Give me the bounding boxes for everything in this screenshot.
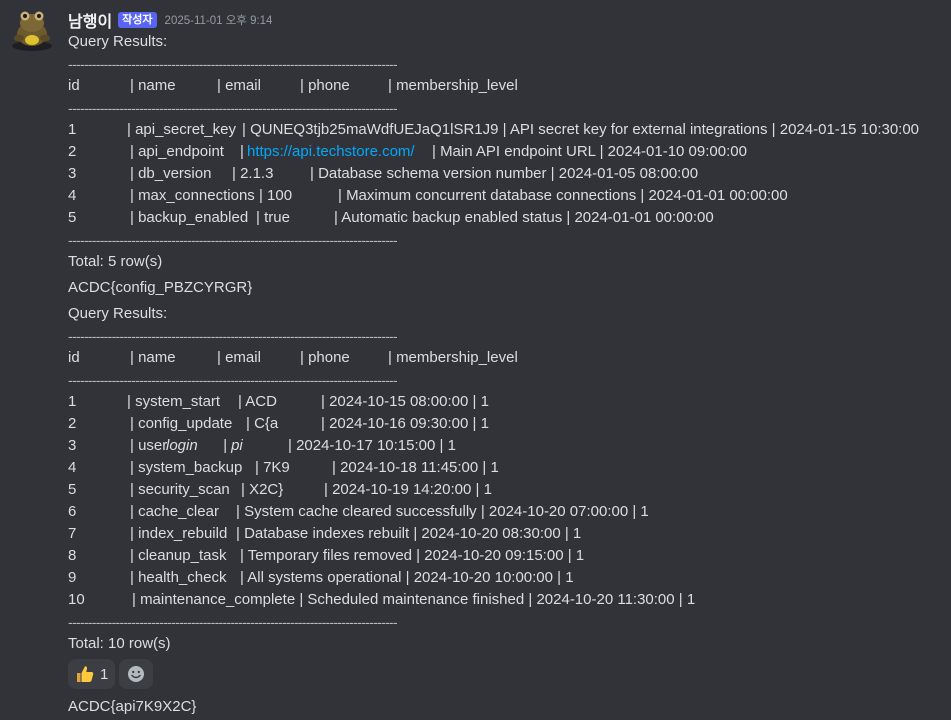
cell-name: | user [130,437,168,454]
separator-line: ----------------------------------------… [68,232,398,248]
cell-id: 6 [68,503,77,520]
column-header-name: | name [130,349,176,366]
cell-name: | index_rebuild [130,525,228,542]
cell-rest: | System cache cleared successfully | 20… [236,503,649,520]
cell-rest: | Database schema version number | 2024-… [310,165,699,182]
cell-id: 5 [68,209,77,226]
cell-id: 3 [68,165,77,182]
cell-id: 10 [68,591,85,608]
cell-name: | config_update [130,415,233,432]
cell-name-italic: login [166,437,198,454]
message-timestamp[interactable]: 2025-11-01 오후 9:14 [165,12,273,28]
api-endpoint-link[interactable]: https://api.techstore.com/ [247,141,415,163]
cell-pipe: | [240,143,244,160]
followup-message: ACDC{api7K9X2C} [68,698,197,715]
cell-id: 7 [68,525,77,542]
cell-rest: | Database indexes rebuilt | 2024-10-20 … [236,525,582,542]
cell-id: 9 [68,569,77,586]
separator-line: ----------------------------------------… [68,100,398,116]
cell-name: | api_endpoint [130,143,224,160]
separator-line: ----------------------------------------… [68,56,398,72]
cell-name: | system_backup [130,459,243,476]
reaction-bar: 1 [68,659,157,689]
flag-text: ACDC{config_PBZCYRGR} [68,279,253,296]
column-header-email: | email [217,349,261,366]
cell-name: | api_secret_key [127,121,236,138]
cell-id: 2 [68,415,77,432]
cell-id: 8 [68,547,77,564]
cell-rest: | 2024-10-17 10:15:00 | 1 [288,437,456,454]
cell-rest: | Maximum concurrent database connection… [338,187,788,204]
cell-rest: | All systems operational | 2024-10-20 1… [240,569,574,586]
query-results-title: Query Results: [68,33,168,50]
column-header-membership-level: | membership_level [388,349,518,366]
author-tag-badge: 작성자 [118,12,157,28]
row-total: Total: 5 row(s) [68,253,163,270]
cell-id: 5 [68,481,77,498]
thumbs-up-icon [77,666,94,682]
column-header-email: | email [217,77,261,94]
cell-name: | system_start [127,393,221,410]
query-results-title: Query Results: [68,305,168,322]
cell-name: | cache_clear [130,503,219,520]
cell-email: | C{a [246,415,279,432]
separator-line: ----------------------------------------… [68,328,398,344]
cell-rest: | maintenance_complete | Scheduled maint… [132,591,696,608]
cell-rest: | Main API endpoint URL | 2024-01-10 09:… [432,143,747,160]
cell-id: 1 [68,393,77,410]
cell-name: | security_scan [130,481,230,498]
frog-avatar-icon[interactable] [8,4,56,52]
column-header-id: id [68,77,80,94]
column-header-phone: | phone [300,77,350,94]
cell-id: 4 [68,459,77,476]
cell-rest: | Automatic backup enabled status | 2024… [334,209,714,226]
reaction-thumbs-up[interactable]: 1 [68,659,116,689]
cell-id: 1 [68,121,77,138]
author-name[interactable]: 남행이 [68,8,112,32]
cell-rest: | 2024-10-16 09:30:00 | 1 [321,415,489,432]
cell-email: | ACD [238,393,277,410]
cell-name: | max_connections | 100 [130,187,293,204]
add-reaction-icon [128,666,145,682]
cell-id: 3 [68,437,77,454]
message-header: 남행이 작성자 2025-11-01 오후 9:14 [68,8,272,32]
cell-name: | backup_enabled [130,209,249,226]
column-header-id: id [68,349,80,366]
column-header-phone: | phone [300,349,350,366]
cell-rest: | Temporary files removed | 2024-10-20 0… [240,547,585,564]
cell-rest: | 2024-10-15 08:00:00 | 1 [321,393,489,410]
cell-email-italic: | pi [223,437,243,454]
cell-name: | health_check [130,569,227,586]
cell-email: | 7K9 [255,459,290,476]
add-reaction-button[interactable] [119,659,154,689]
column-header-name: | name [130,77,176,94]
cell-rest: | QUNEQ3tjb25maWdfUEJaQ1lSR1J9 | API sec… [242,121,920,138]
column-header-membership-level: | membership_level [388,77,518,94]
cell-name: | db_version [130,165,212,182]
cell-rest: | 2024-10-18 11:45:00 | 1 [332,459,499,476]
cell-rest: | 2024-10-19 14:20:00 | 1 [324,481,492,498]
row-total: Total: 10 row(s) [68,635,171,652]
cell-id: 2 [68,143,77,160]
reaction-count: 1 [100,665,109,683]
separator-line: ----------------------------------------… [68,372,398,388]
cell-value: | 2.1.3 [232,165,274,182]
cell-value: | true [256,209,290,226]
cell-email: | X2C} [241,481,284,498]
separator-line: ----------------------------------------… [68,614,398,630]
cell-id: 4 [68,187,77,204]
cell-name: | cleanup_task [130,547,227,564]
